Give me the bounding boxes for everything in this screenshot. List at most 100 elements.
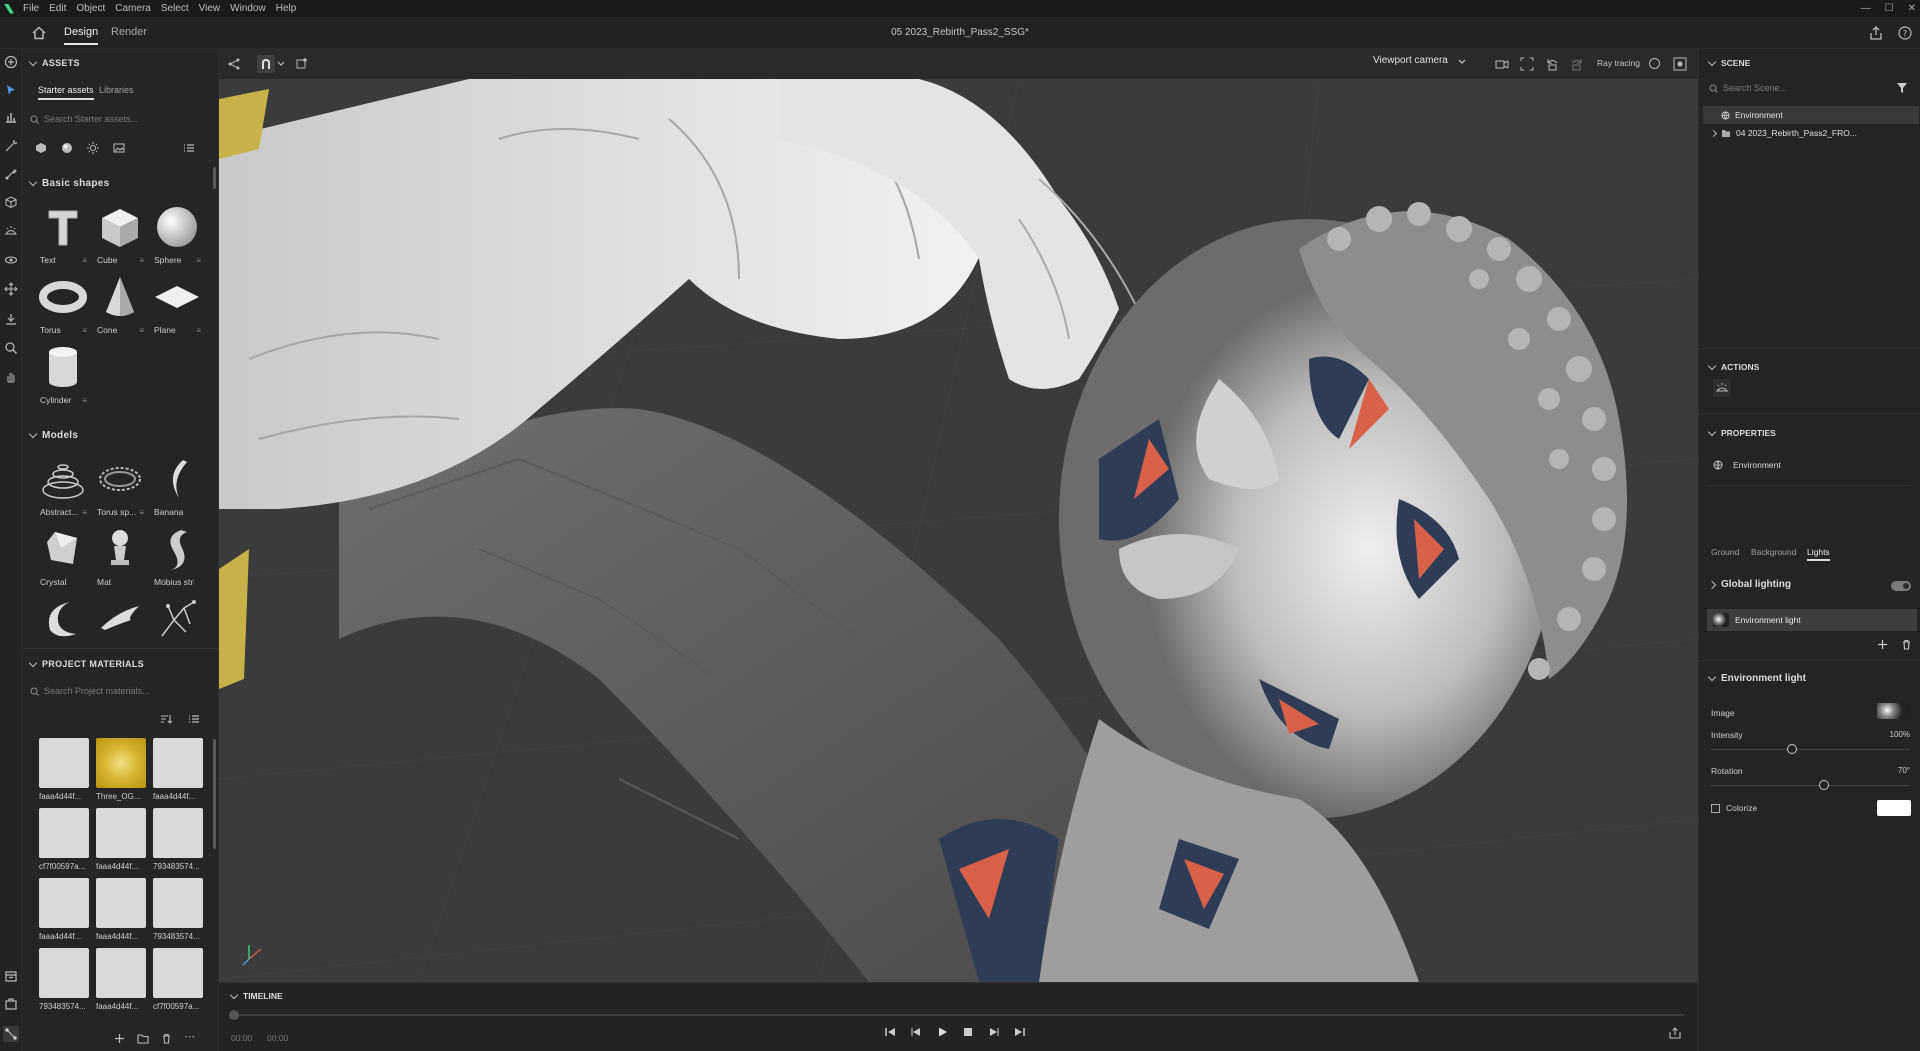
menu-object[interactable]: Object (71, 3, 110, 14)
asset-options-icon[interactable]: ≡ (82, 256, 87, 265)
menu-edit[interactable]: Edit (44, 3, 71, 14)
tab-background[interactable]: Background (1751, 547, 1796, 557)
materials-search-input[interactable]: Search Project materials... (30, 682, 150, 700)
actions-header[interactable]: ACTIONS (1707, 361, 1759, 372)
ray-tracing-toggle[interactable] (1649, 58, 1660, 69)
material-item[interactable]: Three_OG... (96, 738, 146, 804)
move-icon[interactable] (3, 281, 19, 297)
chart-icon[interactable] (3, 109, 19, 125)
orbit-icon[interactable] (3, 252, 19, 268)
pan-hand-icon[interactable] (3, 369, 19, 385)
models-header[interactable]: Models (28, 429, 78, 441)
model-tree[interactable] (151, 593, 203, 660)
drop-to-ground-icon[interactable] (3, 311, 19, 327)
more-icon[interactable]: ⋯ (184, 1032, 195, 1047)
model-bird[interactable] (94, 593, 146, 660)
skip-start-icon[interactable] (883, 1025, 897, 1039)
models-filter-icon[interactable] (60, 141, 74, 155)
camera-select[interactable]: Viewport camera (1373, 55, 1466, 66)
asset-options-icon[interactable]: ≡ (139, 508, 144, 517)
asset-torus[interactable]: Torus ≡ (37, 271, 89, 338)
asset-plane[interactable]: Plane ≡ (151, 271, 203, 338)
transform-icon[interactable] (294, 57, 308, 74)
add-material-icon[interactable] (114, 1033, 125, 1047)
step-back-icon[interactable] (909, 1025, 923, 1039)
node-graph-icon[interactable] (3, 1026, 19, 1042)
model-crescent[interactable] (37, 593, 89, 660)
menu-window[interactable]: Window (225, 3, 271, 14)
redo-camera-icon[interactable] (1570, 57, 1584, 74)
rotation-slider[interactable] (1711, 785, 1909, 786)
timeline-playhead[interactable] (229, 1010, 239, 1020)
filter-icon[interactable] (1896, 82, 1908, 97)
tree-item-environment[interactable]: Environment (1703, 106, 1919, 124)
tab-libraries[interactable]: Libraries (99, 85, 134, 95)
environment-light-row[interactable]: Environment light (1707, 609, 1917, 631)
assets-header[interactable]: ASSETS (28, 57, 80, 68)
undo-camera-icon[interactable] (1545, 57, 1559, 74)
step-forward-icon[interactable] (987, 1025, 1001, 1039)
material-item[interactable]: cf7f00597a... (153, 948, 203, 1014)
rotation-slider-thumb[interactable] (1818, 780, 1829, 790)
timeline-header[interactable]: TIMELINE (229, 990, 283, 1001)
intensity-slider-thumb[interactable] (1787, 744, 1798, 754)
model-mobius-strip[interactable]: Mobius strip (151, 523, 203, 590)
action-lighting-icon[interactable] (1713, 379, 1731, 397)
select-tool-icon[interactable] (3, 82, 19, 98)
menu-camera[interactable]: Camera (110, 3, 156, 14)
tree-item-group[interactable]: 04 2023_Rebirth_Pass2_FRO... (1703, 124, 1919, 142)
tab-ground[interactable]: Ground (1711, 547, 1739, 557)
list-view-icon[interactable] (182, 141, 196, 155)
asset-options-icon[interactable]: ≡ (139, 256, 144, 265)
asset-cube[interactable]: Cube ≡ (94, 201, 146, 268)
chevron-right-icon[interactable] (1709, 129, 1718, 137)
hierarchy-icon[interactable] (227, 57, 241, 74)
colorize-color-swatch[interactable] (1877, 800, 1911, 816)
asset-cone[interactable]: Cone ≡ (94, 271, 146, 338)
asset-cylinder[interactable]: Cylinder ≡ (37, 341, 89, 408)
model-torus-spiral[interactable]: Torus sp... ≡ (94, 453, 146, 520)
scene-canvas[interactable] (219, 79, 1698, 982)
frame-icon[interactable] (1520, 57, 1534, 74)
asset-options-icon[interactable]: ≡ (82, 396, 87, 405)
camera-add-icon[interactable] (1495, 57, 1509, 74)
help-icon[interactable]: ? (1897, 25, 1913, 41)
project-materials-header[interactable]: PROJECT MATERIALS (28, 658, 144, 669)
stop-icon[interactable] (961, 1025, 975, 1039)
asset-sphere[interactable]: Sphere ≡ (151, 201, 203, 268)
asset-options-icon[interactable]: ≡ (139, 326, 144, 335)
scene-header[interactable]: SCENE (1707, 57, 1750, 68)
material-item[interactable]: faaa4d44f... (96, 948, 146, 1014)
zoom-icon[interactable] (3, 340, 19, 356)
sort-icon[interactable] (160, 713, 173, 728)
menu-file[interactable]: File (18, 3, 44, 14)
environment-image-picker[interactable] (1877, 703, 1911, 719)
asset-options-icon[interactable]: ≡ (82, 508, 87, 517)
tab-starter-assets[interactable]: Starter assets (38, 85, 94, 100)
material-item[interactable]: faaa4d44f... (39, 738, 89, 804)
archive-icon[interactable] (3, 968, 19, 984)
export-animation-icon[interactable] (1669, 1027, 1681, 1042)
minimize-icon[interactable]: — (1861, 3, 1871, 14)
magic-wand-icon[interactable] (3, 138, 19, 154)
briefcase-icon[interactable] (3, 996, 19, 1012)
model-crystal[interactable]: Crystal (37, 523, 89, 590)
chevron-down-icon[interactable] (277, 58, 285, 70)
delete-icon[interactable] (161, 1033, 172, 1047)
assets-search-input[interactable]: Search Starter assets... (30, 110, 138, 128)
materials-scrollbar[interactable] (213, 739, 216, 849)
tab-lights[interactable]: Lights (1807, 547, 1830, 561)
menu-view[interactable]: View (194, 3, 226, 14)
material-item[interactable]: cf7f00597a... (39, 808, 89, 874)
model-abstract[interactable]: Abstract... ≡ (37, 453, 89, 520)
folder-icon[interactable] (137, 1033, 149, 1047)
delete-light-icon[interactable] (1901, 639, 1912, 653)
global-lighting-toggle[interactable] (1891, 581, 1911, 591)
cube-tool-icon[interactable] (3, 194, 19, 210)
scene-search-input[interactable]: Search Scene... (1709, 79, 1787, 97)
environment-light-section[interactable]: Environment light (1707, 672, 1806, 684)
material-item[interactable]: 793483574... (153, 878, 203, 944)
global-lighting-row[interactable]: Global lighting (1707, 579, 1791, 590)
skip-end-icon[interactable] (1013, 1025, 1027, 1039)
add-light-icon[interactable] (1877, 639, 1888, 653)
